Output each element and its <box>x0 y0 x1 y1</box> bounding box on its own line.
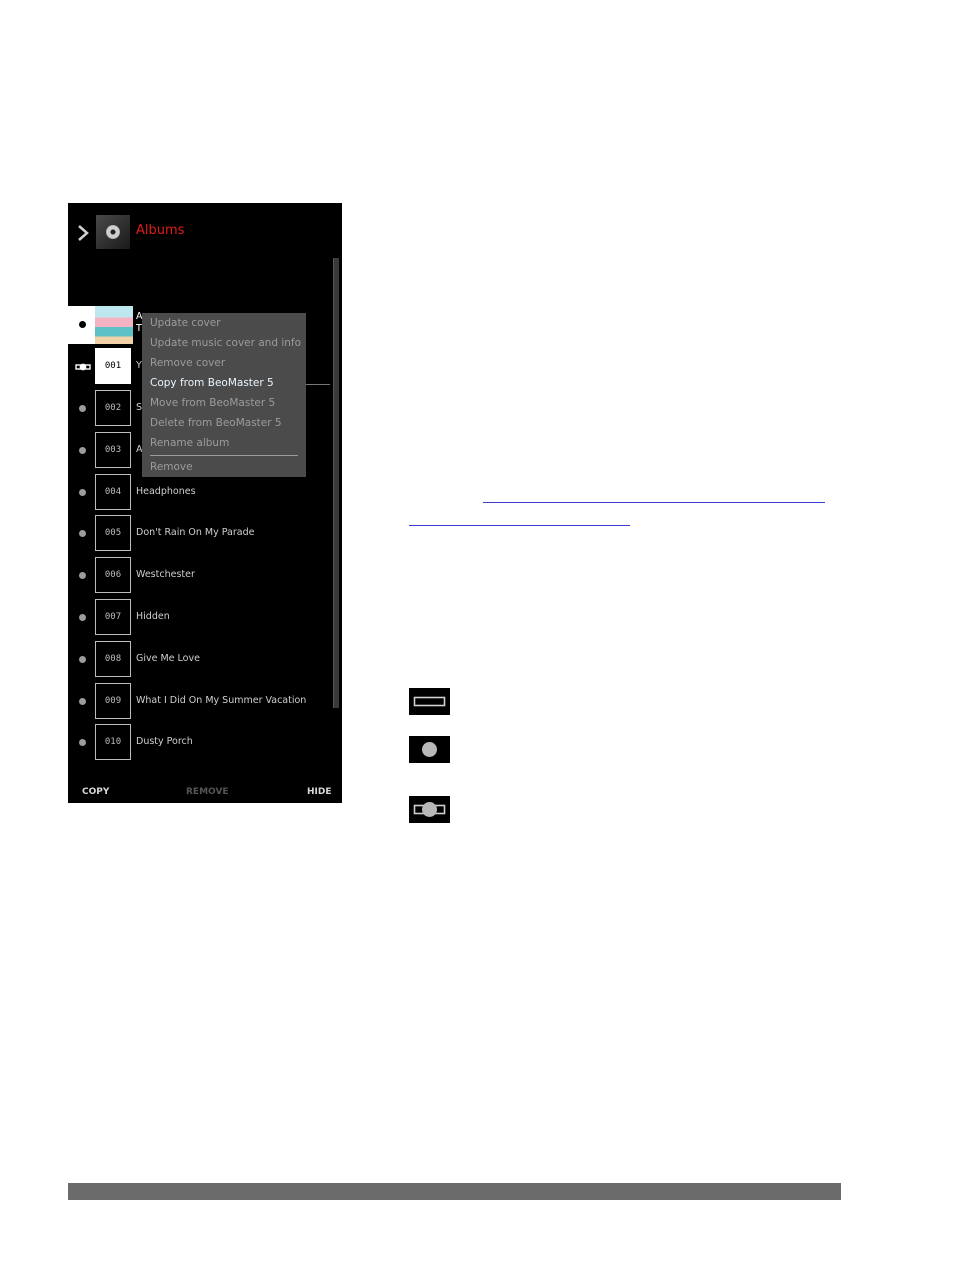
circle-on-bar-icon <box>409 796 450 823</box>
track-row[interactable]: 008 Give Me Love <box>68 641 330 679</box>
document-link-line-2[interactable] <box>409 525 630 526</box>
chevron-right-icon[interactable] <box>76 224 90 242</box>
track-number-tile: 009 <box>95 683 131 719</box>
scrollbar[interactable] <box>333 258 339 708</box>
bullet-icon <box>79 405 86 412</box>
album-row[interactable] <box>68 306 95 344</box>
bullet-icon <box>79 656 86 663</box>
track-row[interactable]: 010 Dusty Porch <box>68 724 330 762</box>
track-name: What I Did On My Summer Vacation <box>136 695 307 706</box>
bullet-icon <box>79 614 86 621</box>
document-link-line-1[interactable] <box>483 502 825 503</box>
bullet-icon <box>79 739 86 746</box>
track-number-tile: 002 <box>95 390 131 426</box>
track-name: Westchester <box>136 569 195 580</box>
track-row[interactable]: 005 Don't Rain On My Parade <box>68 515 330 553</box>
albums-panel: Albums A T 001 Y 002 S 003 A 004 Headpho… <box>68 203 342 803</box>
bullet-icon <box>79 489 86 496</box>
track-row[interactable]: 009 What I Did On My Summer Vacation <box>68 683 330 721</box>
footer-bar <box>68 1183 841 1200</box>
menu-item-delete-from-beomaster[interactable]: Delete from BeoMaster 5 <box>150 417 282 429</box>
menu-item-remove[interactable]: Remove <box>150 461 193 473</box>
empty-rectangle-icon <box>409 688 450 715</box>
menu-item-move-from-beomaster[interactable]: Move from BeoMaster 5 <box>150 397 275 409</box>
track-row[interactable]: 007 Hidden <box>68 599 330 637</box>
disc-icon <box>96 215 130 249</box>
remove-button[interactable]: REMOVE <box>186 787 229 797</box>
track-row[interactable]: 004 Headphones <box>68 474 330 512</box>
bullet-icon <box>79 447 86 454</box>
bullet-icon <box>79 572 86 579</box>
track-row[interactable]: 006 Westchester <box>68 557 330 595</box>
menu-divider <box>150 455 298 456</box>
circle-on-bar-icon[interactable] <box>75 362 91 372</box>
track-name: Headphones <box>136 486 196 497</box>
menu-item-rename-album[interactable]: Rename album <box>150 437 229 449</box>
menu-item-update-cover[interactable]: Update cover <box>150 317 221 329</box>
menu-item-copy-from-beomaster[interactable]: Copy from BeoMaster 5 <box>150 377 274 389</box>
track-number-tile: 005 <box>95 515 131 551</box>
track-number-tile: 008 <box>95 641 131 677</box>
track-number-tile: 010 <box>95 724 131 760</box>
album-cover[interactable] <box>95 306 133 344</box>
bullet-icon <box>79 530 86 537</box>
context-menu: Update cover Update music cover and info… <box>142 313 306 477</box>
bullet-icon <box>79 321 86 328</box>
track-number-tile: 001 <box>95 348 131 384</box>
track-name: Y <box>136 360 142 371</box>
track-number-tile: 007 <box>95 599 131 635</box>
track-number-tile: 006 <box>95 557 131 593</box>
track-name: Give Me Love <box>136 653 200 664</box>
panel-header: Albums <box>68 215 342 251</box>
track-number-tile: 004 <box>95 474 131 510</box>
copy-button[interactable]: COPY <box>82 787 109 797</box>
menu-item-update-music-cover-info[interactable]: Update music cover and info <box>150 337 301 349</box>
filled-circle-icon <box>409 736 450 763</box>
track-name: Dusty Porch <box>136 736 193 747</box>
bullet-icon <box>79 698 86 705</box>
page-title: Albums <box>136 223 185 238</box>
track-name: Hidden <box>136 611 170 622</box>
hide-button[interactable]: HIDE <box>307 787 332 797</box>
track-name: Don't Rain On My Parade <box>136 527 255 538</box>
track-number-tile: 003 <box>95 432 131 468</box>
menu-item-remove-cover[interactable]: Remove cover <box>150 357 225 369</box>
